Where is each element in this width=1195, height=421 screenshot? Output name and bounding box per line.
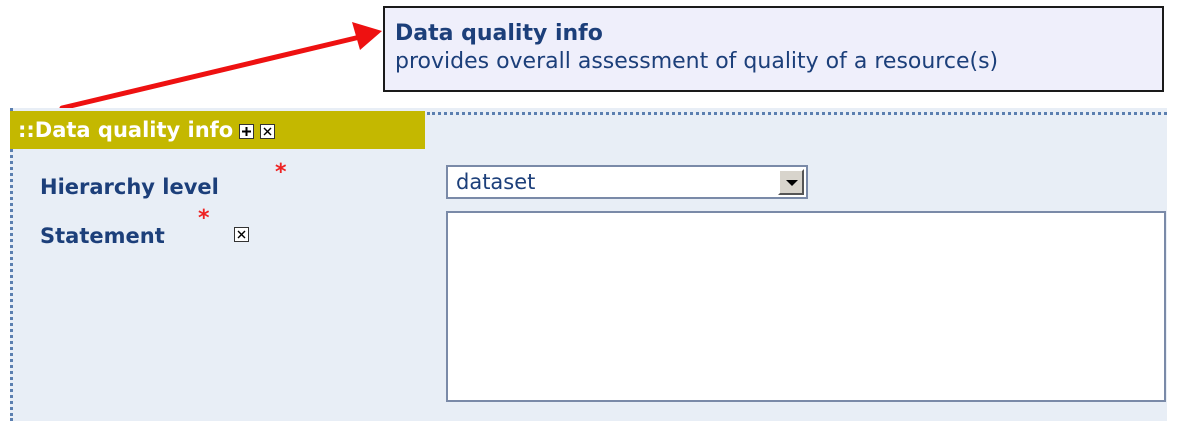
statement-label: Statement [40,224,165,248]
chevron-down-icon[interactable] [778,169,804,195]
section-title[interactable]: ::Data quality info [18,118,233,142]
help-tooltip: Data quality info provides overall asses… [383,6,1164,92]
x-box-icon[interactable] [234,227,249,242]
hierarchy-level-selected-value: dataset [456,170,536,194]
section-header: ::Data quality info [10,111,425,149]
tooltip-description: provides overall assessment of quality o… [395,49,999,74]
section-top-border [427,112,1167,115]
x-box-icon[interactable] [260,123,276,139]
tooltip-title: Data quality info [395,21,603,46]
plus-box-icon[interactable] [239,123,255,139]
hierarchy-level-label: Hierarchy level [40,175,219,199]
statement-textarea[interactable] [446,211,1166,402]
hierarchy-level-select[interactable]: dataset [446,165,808,199]
statement-required-mark: * [198,206,210,231]
hierarchy-level-required-mark: * [275,160,287,185]
